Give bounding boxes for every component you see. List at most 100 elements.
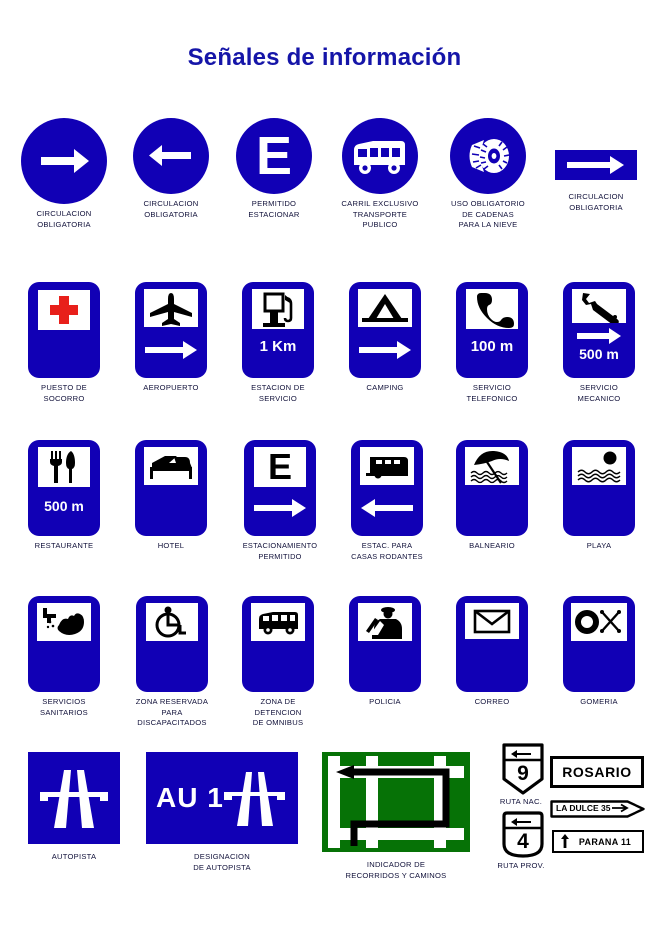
sign-circulacion-obligatoria-izquierda[interactable]: CIRCULACION OBLIGATORIA: [122, 118, 220, 220]
arrow-right-icon: [359, 341, 411, 359]
tent-icon: [362, 294, 408, 322]
rrect-sign-body: 100 m: [456, 282, 528, 378]
sign-ruta-provincial[interactable]: 4 RUTA PROV.: [490, 810, 552, 872]
arrow-right-icon: [567, 156, 624, 174]
white-panel: [572, 289, 626, 323]
white-panel: [38, 290, 90, 330]
sign-destino-la-dulce[interactable]: LA DULCE 35: [548, 800, 648, 818]
page-title: Señales de información: [187, 44, 462, 71]
shield-provincial-body: 4: [501, 810, 544, 860]
sign-caption: ESTACIONAMIENTO PERMITIDO: [242, 541, 318, 561]
white-panel: [38, 447, 90, 487]
destination-label: LA DULCE 35: [556, 803, 611, 813]
rrect-sign-body: [349, 282, 421, 378]
rrect-sign-body: [563, 596, 635, 692]
rrect-sign-body: 500 m: [28, 440, 100, 536]
white-panel: [251, 603, 305, 641]
sign-policia[interactable]: POLICIA: [339, 596, 431, 708]
sign-playa[interactable]: PLAYA: [553, 440, 645, 552]
sign-uso-obligatorio-cadenas[interactable]: USO OBLIGATORIO DE CADENAS PARA LA NIEVE: [438, 118, 538, 231]
route-number: 4: [517, 830, 529, 853]
arrow-right-icon: [145, 341, 197, 359]
sign-caption: CARRIL EXCLUSIVO TRANSPORTE PUBLICO: [341, 199, 419, 229]
distance-label: 500 m: [579, 346, 619, 362]
letter-e-icon: E: [267, 446, 292, 487]
route-diagram-icon: [328, 756, 464, 848]
white-panel: [252, 289, 304, 329]
sign-estacion-de-servicio[interactable]: 1 Km ESTACION DE SERVICIO: [232, 282, 324, 404]
sign-estacionamiento-permitido[interactable]: E ESTACIONAMIENTO PERMITIDO: [228, 440, 332, 562]
sign-destino-parana[interactable]: PARANA 11: [548, 830, 648, 853]
sign-servicio-telefonico[interactable]: 100 m SERVICIO TELEFONICO: [446, 282, 538, 404]
rrect-sign-body: E: [244, 440, 316, 536]
sign-correo[interactable]: CORREO: [446, 596, 538, 708]
snow-chain-tire-icon: [469, 139, 510, 173]
sign-carril-exclusivo-transporte-publico[interactable]: CARRIL EXCLUSIVO TRANSPORTE PUBLICO: [330, 118, 430, 231]
sign-caption: SERVICIO TELEFONICO: [466, 383, 518, 403]
circle-sign-body: [133, 118, 209, 194]
distance-label: 1 Km: [259, 338, 297, 355]
wrench-icon: [582, 293, 619, 323]
rrect-sign-body: 1 Km: [242, 282, 314, 378]
sign-servicios-sanitarios[interactable]: SERVICIOS SANITARIOS: [18, 596, 110, 718]
sign-hotel[interactable]: HOTEL: [125, 440, 217, 552]
sign-gomeria[interactable]: GOMERIA: [553, 596, 645, 708]
sign-zona-reservada-discapacitados[interactable]: ZONA RESERVADA PARA DISCAPACITADOS: [120, 596, 224, 729]
green-sign-body: [322, 752, 470, 852]
tire-and-wrench-icon: [575, 610, 621, 634]
sign-caption: INDICADOR DE RECORRIDOS Y CAMINOS: [345, 860, 447, 880]
sign-circulacion-obligatoria-rect[interactable]: CIRCULACION OBLIGATORIA: [548, 118, 644, 213]
arrow-up-icon: [561, 834, 569, 848]
sign-servicio-mecanico[interactable]: 500 m SERVICIO MECANICO: [553, 282, 645, 404]
sign-puesto-de-socorro[interactable]: PUESTO DE SOCORRO: [18, 282, 110, 404]
circle-sign-body: E: [236, 118, 312, 194]
sign-destino-rosario[interactable]: ROSARIO: [548, 756, 646, 788]
sign-designacion-de-autopista[interactable]: AU 1 DESIGNACION DE AUTOPISTA: [140, 752, 304, 873]
white-panel: [144, 447, 198, 485]
sign-permitido-estacionar[interactable]: E PERMITIDO ESTACIONAR: [228, 118, 320, 220]
sign-zona-de-detencion-de-omnibus[interactable]: ZONA DE DETENCION DE OMNIBUS: [232, 596, 324, 729]
sign-caption: GOMERIA: [580, 697, 618, 706]
rrect-sign-body: [456, 440, 528, 536]
white-panel: [465, 447, 519, 485]
sign-reference-sheet: Señales de información CIRCULACION OBLIG…: [0, 0, 649, 927]
telephone-icon: [477, 293, 514, 328]
white-panel: [465, 603, 519, 639]
sign-camping[interactable]: CAMPING: [339, 282, 431, 394]
sign-caption: USO OBLIGATORIO DE CADENAS PARA LA NIEVE: [451, 199, 525, 229]
sign-ruta-nacional[interactable]: 9 RUTA NAC.: [490, 742, 552, 808]
distance-label: 100 m: [470, 338, 514, 355]
rrect-sign-body: 500 m: [563, 282, 635, 378]
sign-caption: AUTOPISTA: [51, 852, 97, 861]
rrect-sign-body: [456, 596, 528, 692]
sign-caption: CAMPING: [366, 383, 404, 392]
fork-knife-icon: [50, 451, 75, 483]
sign-estac-para-casas-rodantes[interactable]: ESTAC. PARA CASAS RODANTES: [339, 440, 435, 562]
sign-caption: PLAYA: [586, 541, 612, 550]
sign-indicador-de-recorridos[interactable]: INDICADOR DE RECORRIDOS Y CAMINOS: [316, 752, 476, 881]
red-cross-icon: [50, 296, 78, 324]
sign-caption: CIRCULACION OBLIGATORIA: [36, 209, 92, 229]
sign-circulacion-obligatoria-derecha[interactable]: CIRCULACION OBLIGATORIA: [12, 118, 116, 230]
square-sign-body: [28, 752, 120, 844]
arrow-right-icon: [254, 499, 306, 517]
rrect-sign-body: [351, 440, 423, 536]
sign-caption: CIRCULACION OBLIGATORIA: [143, 199, 199, 219]
fuel-pump-icon: [263, 292, 293, 327]
sign-caption: RESTAURANTE: [34, 541, 94, 550]
sign-caption: DESIGNACION DE AUTOPISTA: [193, 852, 251, 872]
sign-aeropuerto[interactable]: AEROPUERTO: [125, 282, 217, 394]
rrect-sign-body: [349, 596, 421, 692]
sign-caption: SERVICIO MECANICO: [577, 383, 621, 403]
sign-autopista[interactable]: AUTOPISTA: [18, 752, 130, 863]
white-panel: [144, 289, 198, 327]
route-number: 9: [517, 762, 529, 785]
arrow-left-icon: [149, 145, 191, 166]
sign-caption: CIRCULACION OBLIGATORIA: [568, 192, 624, 212]
sign-balneario[interactable]: BALNEARIO: [446, 440, 538, 552]
beach-umbrella-icon: [470, 450, 509, 484]
arrow-left-icon: [361, 499, 413, 517]
sign-restaurante[interactable]: 500 m RESTAURANTE: [18, 440, 110, 552]
handwash-icon: [43, 608, 84, 635]
rrect-sign-body: [136, 596, 208, 692]
